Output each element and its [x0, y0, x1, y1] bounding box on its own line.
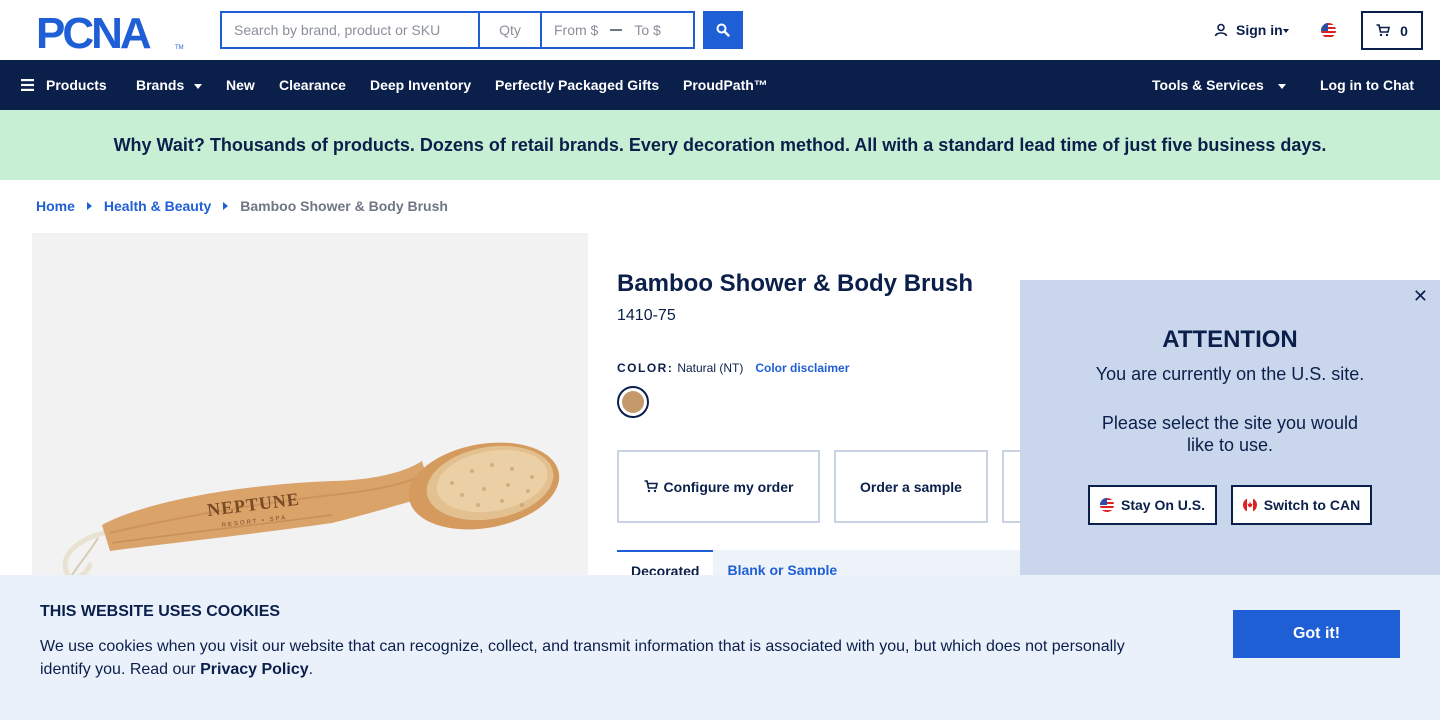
cart-icon: [644, 480, 658, 493]
switch-can-button[interactable]: Switch to CAN: [1231, 485, 1372, 525]
logo-trademark: TM: [175, 45, 184, 50]
nav-deep-inventory[interactable]: Deep Inventory: [370, 60, 471, 110]
modal-line-select-2: like to use.: [1186, 435, 1274, 455]
nav-products-label: Products: [46, 77, 107, 93]
privacy-policy-link[interactable]: Privacy Policy: [200, 661, 309, 678]
product-title: Bamboo Shower & Body Brush: [617, 270, 974, 297]
breadcrumb-arrow-icon: [223, 202, 229, 210]
color-swatch-natural[interactable]: [617, 386, 649, 418]
modal-heading: ATTENTION: [1162, 326, 1298, 353]
nav-tools-label: Tools & Services: [1152, 77, 1264, 93]
nav-proudpath[interactable]: ProudPath™: [683, 60, 768, 110]
color-row: COLOR: Natural (NT) Color disclaimer: [617, 361, 849, 375]
search-icon: [716, 23, 730, 37]
breadcrumb-category[interactable]: Health & Beauty: [104, 198, 211, 214]
stay-us-label: Stay On U.S.: [1120, 497, 1206, 513]
nav-deep-inventory-label: Deep Inventory: [370, 77, 472, 93]
chevron-down-icon: [1277, 83, 1286, 89]
nav-gifts-label: Perfectly Packaged Gifts: [495, 77, 660, 93]
nav-brands[interactable]: Brands: [136, 60, 203, 110]
price-range-input[interactable]: From $ To $: [540, 11, 695, 49]
sign-in-menu[interactable]: Sign in: [1214, 22, 1289, 38]
promo-banner: Why Wait? Thousands of products. Dozens …: [0, 110, 1440, 180]
chevron-down-icon: [194, 83, 203, 89]
search-input[interactable]: [220, 11, 478, 49]
cookie-period: .: [308, 661, 314, 678]
logo-text: PCNA: [36, 12, 151, 50]
nav-clearance-label: Clearance: [279, 77, 346, 93]
nav-products[interactable]: Products: [21, 60, 107, 110]
color-disclaimer-link[interactable]: Color disclaimer: [755, 361, 849, 375]
cookie-banner: THIS WEBSITE USES COOKIES We use cookies…: [0, 575, 1440, 720]
nav-brands-label: Brands: [136, 77, 185, 93]
close-icon[interactable]: ✕: [1413, 286, 1428, 307]
main-nav: Products Brands New Clearance Deep Inven…: [0, 60, 1440, 110]
configure-order-button[interactable]: Configure my order: [617, 450, 820, 523]
product-sku: 1410-75: [617, 307, 676, 324]
top-header: PCNA TM From $ To $ Sign in: [0, 0, 1440, 60]
nav-proudpath-label: ProudPath™: [683, 77, 768, 93]
us-flag-icon: [1099, 498, 1114, 512]
breadcrumb: Home Health & Beauty Bamboo Shower & Bod…: [36, 198, 448, 214]
search-button[interactable]: [703, 11, 743, 49]
us-flag-icon[interactable]: [1321, 23, 1336, 38]
modal-line-current-site: You are currently on the U.S. site.: [1095, 364, 1365, 384]
cookie-body: We use cookies when you visit our websit…: [40, 635, 1150, 681]
chevron-down-icon: [1282, 28, 1289, 33]
nav-new[interactable]: New: [226, 60, 255, 110]
cookie-title: THIS WEBSITE USES COOKIES: [40, 603, 281, 620]
hamburger-icon: [21, 79, 34, 91]
order-sample-button[interactable]: Order a sample: [834, 450, 988, 523]
cart-icon: [1376, 24, 1391, 37]
canada-flag-icon: [1242, 498, 1257, 512]
color-value: Natural (NT): [677, 361, 744, 375]
promo-banner-text: Why Wait? Thousands of products. Dozens …: [113, 134, 1327, 155]
range-dash: [610, 29, 623, 31]
nav-chat-label: Log in to Chat: [1320, 77, 1415, 93]
nav-gifts[interactable]: Perfectly Packaged Gifts: [495, 60, 659, 110]
nav-clearance[interactable]: Clearance: [279, 60, 346, 110]
pcna-logo[interactable]: PCNA TM: [36, 9, 184, 58]
sign-in-label: Sign in: [1236, 22, 1283, 38]
order-sample-label: Order a sample: [860, 478, 962, 495]
modal-line-select: Please select the site you would: [1101, 413, 1359, 433]
search-bar: From $ To $: [220, 11, 695, 49]
got-it-button[interactable]: Got it!: [1233, 610, 1400, 658]
color-label: COLOR:: [617, 361, 674, 375]
nav-login-chat[interactable]: Log in to Chat: [1320, 60, 1414, 110]
price-to-label: To $: [634, 22, 661, 38]
user-icon: [1214, 23, 1228, 37]
nav-tools-services[interactable]: Tools & Services: [1152, 60, 1286, 110]
stay-us-button[interactable]: Stay On U.S.: [1088, 485, 1217, 525]
swatch-fill: [622, 391, 644, 413]
site-select-modal: ✕ ATTENTION You are currently on the U.S…: [1020, 280, 1440, 576]
nav-new-label: New: [226, 77, 255, 93]
configure-order-label: Configure my order: [663, 478, 794, 495]
breadcrumb-arrow-icon: [86, 202, 92, 210]
switch-can-label: Switch to CAN: [1263, 497, 1361, 513]
cart-button[interactable]: 0: [1361, 11, 1423, 50]
cart-count: 0: [1400, 22, 1408, 39]
quantity-input[interactable]: [478, 11, 540, 49]
breadcrumb-home[interactable]: Home: [36, 198, 75, 214]
breadcrumb-current: Bamboo Shower & Body Brush: [240, 198, 448, 214]
price-from-label: From $: [554, 22, 599, 38]
